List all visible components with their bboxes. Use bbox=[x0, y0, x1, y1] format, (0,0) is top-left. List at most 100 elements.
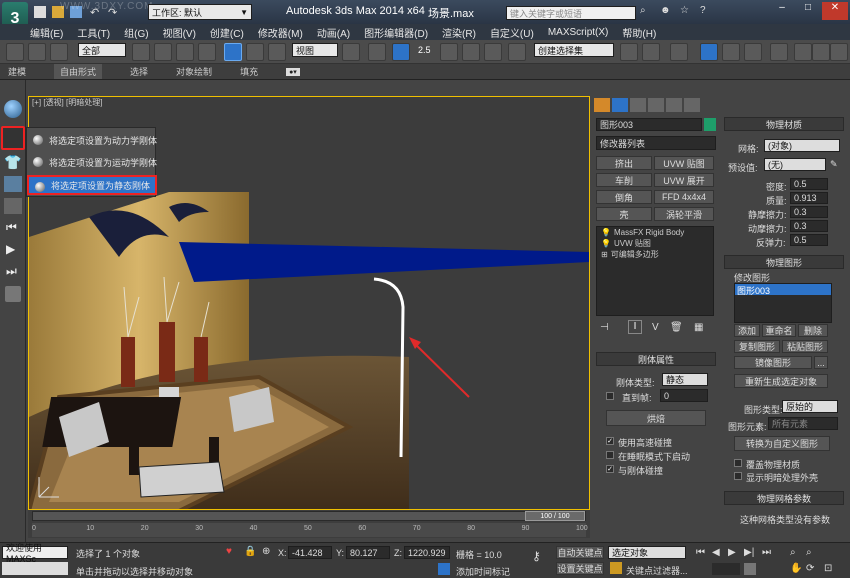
pin-stack-icon[interactable]: ⊣ bbox=[600, 322, 609, 333]
rigid-body-icon[interactable] bbox=[1, 126, 25, 150]
menu-rendering[interactable]: 渲染(R) bbox=[442, 25, 476, 40]
percent-snap-icon[interactable] bbox=[462, 43, 480, 61]
extrude-button[interactable]: 挤出 bbox=[596, 156, 652, 170]
until-frame-checkbox[interactable] bbox=[606, 392, 614, 400]
menu-view[interactable]: 视图(V) bbox=[163, 25, 196, 40]
time-config-icon[interactable] bbox=[744, 563, 756, 575]
stack-item-massfx[interactable]: 💡 MassFX Rigid Body bbox=[597, 227, 713, 238]
close-button[interactable]: ✕ bbox=[822, 2, 848, 20]
reference-coordinate-dropdown[interactable]: 视图 bbox=[292, 43, 338, 57]
viewport-label[interactable]: [+] [透视] [明暗处理] bbox=[32, 97, 102, 108]
select-by-name-icon[interactable] bbox=[154, 43, 172, 61]
ribbon-tab-freeform[interactable]: 自由形式 bbox=[54, 64, 103, 79]
configure-sets-icon[interactable]: ▦ bbox=[694, 322, 703, 333]
user-icon[interactable]: ☻ bbox=[660, 5, 671, 16]
ribbon-options-icon[interactable]: ●▾ bbox=[286, 67, 300, 76]
selection-filter-dropdown[interactable]: 全部 bbox=[78, 43, 126, 57]
menu-customize[interactable]: 自定义(U) bbox=[490, 25, 534, 40]
workspace-dropdown[interactable]: 工作区: 默认 ▼ bbox=[148, 4, 252, 20]
cloth-icon[interactable]: 👕 bbox=[4, 154, 21, 171]
auto-key-button[interactable]: 自动关键点 bbox=[556, 546, 604, 559]
hierarchy-tab-icon[interactable] bbox=[630, 98, 646, 112]
start-in-sleep-checkbox[interactable] bbox=[606, 451, 614, 459]
select-move-icon[interactable] bbox=[224, 43, 242, 61]
go-to-start-icon[interactable]: ⏮ bbox=[696, 547, 705, 558]
regenerate-selected-button[interactable]: 重新生成选定对象 bbox=[734, 374, 828, 388]
y-coordinate-input[interactable]: 80.127 bbox=[346, 546, 390, 559]
isolate-icon[interactable]: ♥ bbox=[226, 546, 232, 557]
ribbon-tab-object-paint[interactable]: 对象绘制 bbox=[176, 65, 212, 78]
modify-tab-icon[interactable] bbox=[612, 98, 628, 112]
object-name-field[interactable]: 图形003 bbox=[596, 118, 702, 131]
menu-modifiers[interactable]: 修改器(M) bbox=[258, 25, 303, 40]
material-editor-icon[interactable] bbox=[770, 43, 788, 61]
key-filters-button[interactable]: 关键点过滤器... bbox=[626, 564, 688, 577]
go-to-end-icon[interactable]: ⏭ bbox=[762, 547, 771, 558]
bind-space-warp-icon[interactable] bbox=[50, 43, 68, 61]
object-color-swatch[interactable] bbox=[704, 118, 716, 131]
named-selection-dropdown[interactable]: 创建选择集 bbox=[534, 43, 614, 57]
ragdoll-icon[interactable] bbox=[4, 198, 22, 214]
density-input[interactable]: 0.5 bbox=[790, 178, 828, 190]
menu-item-kinematic-rigid[interactable]: 将选定项设置为运动学刚体 bbox=[27, 152, 157, 172]
convert-custom-shape-button[interactable]: 转换为自定义图形 bbox=[734, 436, 830, 451]
show-shaded-hull-checkbox[interactable] bbox=[734, 472, 742, 480]
window-crossing-icon[interactable] bbox=[198, 43, 216, 61]
shell-button[interactable]: 壳 bbox=[596, 207, 652, 221]
mesh-dropdown[interactable]: (对象) bbox=[764, 139, 840, 152]
expand-icon[interactable]: ⊞ bbox=[601, 250, 608, 259]
until-frame-input[interactable]: 0 bbox=[660, 389, 708, 402]
preset-dropdown[interactable]: (无) bbox=[764, 158, 826, 171]
mirror-options-button[interactable]: ... bbox=[814, 356, 828, 369]
simulation-tools-icon[interactable] bbox=[5, 286, 21, 302]
stack-item-uvw-map[interactable]: 💡 UVW 贴图 bbox=[597, 238, 713, 249]
dynamic-friction-input[interactable]: 0.3 bbox=[790, 220, 828, 232]
reset-simulation-icon[interactable]: ⏮ bbox=[6, 220, 17, 235]
previous-frame-icon[interactable]: ◀ bbox=[712, 547, 720, 558]
help-icon[interactable]: ? bbox=[700, 5, 706, 16]
menu-animation[interactable]: 动画(A) bbox=[317, 25, 350, 40]
delete-shape-button[interactable]: 删除 bbox=[798, 324, 828, 337]
menu-item-static-rigid[interactable]: 将选定项设置为静态刚体 bbox=[27, 175, 157, 195]
edit-named-selection-icon[interactable] bbox=[508, 43, 526, 61]
menu-item-dynamic-rigid[interactable]: 将选定项设置为动力学刚体 bbox=[27, 130, 157, 150]
collide-with-rigid-checkbox[interactable]: ✓ bbox=[606, 465, 614, 473]
keyboard-shortcut-override-icon[interactable] bbox=[392, 43, 410, 61]
shape-element-dropdown[interactable]: 所有元素 bbox=[768, 417, 838, 430]
physical-mesh-params-header[interactable]: 物理网格参数 bbox=[724, 491, 844, 505]
bounciness-input[interactable]: 0.5 bbox=[790, 234, 828, 246]
ribbon-tab-populate[interactable]: 填充 bbox=[240, 65, 258, 78]
next-frame-icon[interactable]: ▶| bbox=[744, 547, 754, 558]
override-material-checkbox[interactable] bbox=[734, 459, 742, 467]
set-key-button[interactable]: 设置关键点 bbox=[556, 562, 604, 575]
maximize-viewport-icon[interactable]: ⊡ bbox=[824, 563, 832, 574]
unlink-icon[interactable] bbox=[28, 43, 46, 61]
use-high-speed-collision-checkbox[interactable]: ✓ bbox=[606, 437, 614, 445]
shape-list-item[interactable]: 图形003 bbox=[735, 284, 831, 296]
minimize-button[interactable]: – bbox=[770, 2, 794, 20]
angle-snap-icon[interactable] bbox=[440, 43, 458, 61]
time-slider-thumb[interactable]: 100 / 100 bbox=[525, 511, 585, 521]
key-mode-dropdown[interactable]: 选定对象 bbox=[608, 546, 686, 559]
add-time-tag-icon[interactable] bbox=[438, 563, 450, 575]
play-simulation-icon[interactable]: ▶ bbox=[6, 242, 15, 256]
snap-toggle-value[interactable]: 2.5 bbox=[418, 45, 431, 55]
shape-type-dropdown[interactable]: 原始的 bbox=[782, 400, 838, 413]
mass-input[interactable]: 0.913 bbox=[790, 192, 828, 204]
time-slider[interactable]: 100 / 100 bbox=[32, 511, 586, 521]
render-setup-icon[interactable] bbox=[794, 43, 812, 61]
menu-create[interactable]: 创建(C) bbox=[210, 25, 244, 40]
menu-graph-editors[interactable]: 图形编辑器(D) bbox=[364, 25, 428, 40]
rigid-type-dropdown[interactable]: 静态 bbox=[662, 373, 708, 386]
make-unique-icon[interactable]: V bbox=[652, 322, 659, 333]
uvw-map-button[interactable]: UVW 贴图 bbox=[654, 156, 714, 170]
uvw-unwrap-button[interactable]: UVW 展开 bbox=[654, 173, 714, 187]
maxscript-listener[interactable]: 欢迎使用 MAXSc bbox=[2, 543, 68, 564]
transform-mode-icon[interactable]: ⊕ bbox=[262, 546, 270, 557]
rendered-frame-icon[interactable] bbox=[812, 43, 830, 61]
search-input[interactable]: 键入关键字或短语 bbox=[506, 6, 636, 20]
display-tab-icon[interactable] bbox=[666, 98, 682, 112]
pan-icon[interactable]: ✋ bbox=[790, 563, 802, 574]
ribbon-toggle-icon[interactable] bbox=[700, 43, 718, 61]
step-simulation-icon[interactable]: ⏭ bbox=[6, 264, 17, 279]
